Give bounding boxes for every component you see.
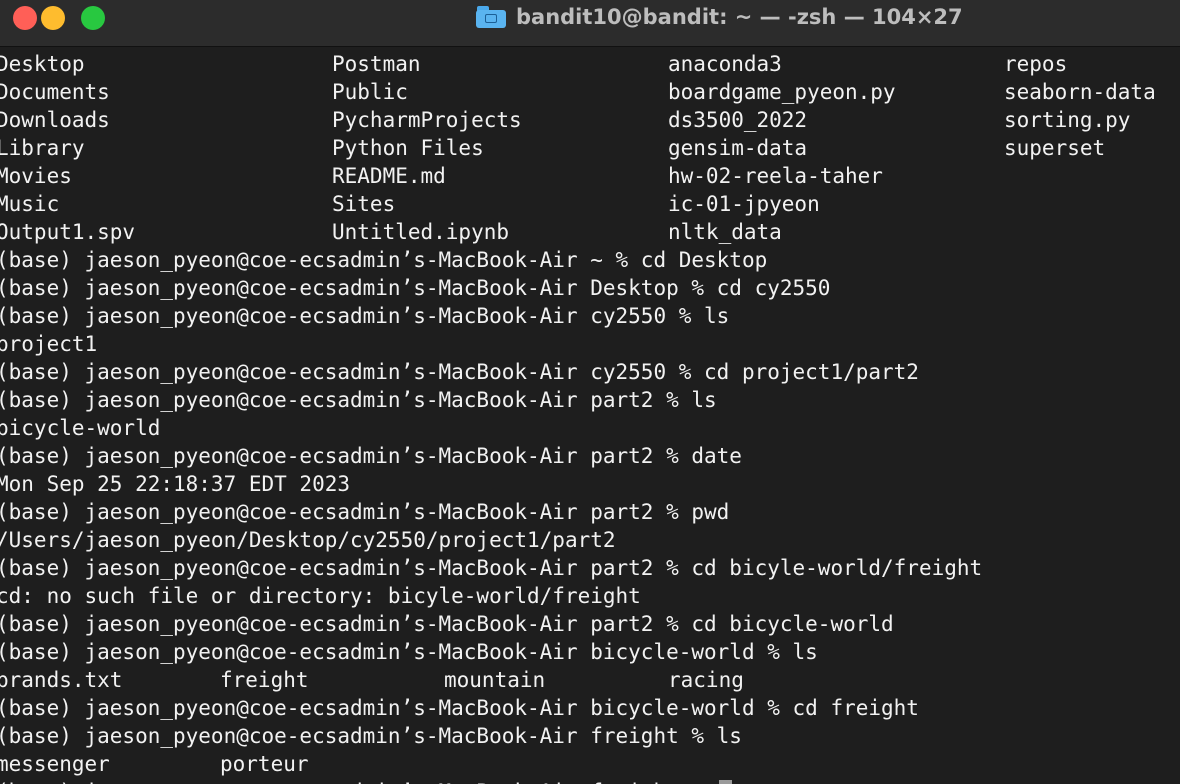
terminal-line: Movies README.md hw-02-reela-taher bbox=[0, 162, 1180, 190]
ls-entry: Library bbox=[0, 136, 85, 160]
terminal-output[interactable]: Desktop Postman anaconda3 repos Documents Pub… bbox=[0, 50, 1180, 784]
ls-entry: seaborn-data bbox=[1004, 80, 1156, 104]
window-title: bandit10@bandit: ~ — -zsh — 104×27 bbox=[516, 5, 963, 29]
terminal-line: brands.txt freight mountain racing bbox=[0, 666, 1180, 694]
terminal-line: (base) jaeson_pyeon@coe-ecsadmin’s-MacBo… bbox=[0, 696, 919, 720]
terminal-line: (base) jaeson_pyeon@coe-ecsadmin’s-MacBo… bbox=[0, 640, 818, 664]
terminal-line: Documents Public boardgame_pyeon.py seaborn… bbox=[0, 78, 1180, 106]
ls-entry: gensim-data bbox=[668, 136, 808, 160]
terminal-line: Output1.spv Untitled.ipynb nltk_data bbox=[0, 218, 1180, 246]
ls-entry: racing bbox=[668, 668, 744, 692]
ls-entry: Untitled.ipynb bbox=[332, 220, 510, 244]
ls-entry: Documents bbox=[0, 80, 110, 104]
terminal-line: (base) jaeson_pyeon@coe-ecsadmin’s-MacBo… bbox=[0, 276, 831, 300]
folder-icon bbox=[476, 6, 506, 28]
ls-entry: boardgame_pyeon.py bbox=[668, 80, 896, 104]
terminal-line: (base) jaeson_pyeon@coe-ecsadmin’s-MacBo… bbox=[0, 724, 742, 748]
ls-entry: Postman bbox=[332, 52, 421, 76]
ls-entry: anaconda3 bbox=[668, 52, 782, 76]
terminal-line: messenger porteur bbox=[0, 750, 1180, 778]
prompt-line[interactable]: (base) jaeson_pyeon@coe-ecsadmin’s-MacBo… bbox=[0, 778, 1180, 784]
terminal-line: (base) jaeson_pyeon@coe-ecsadmin’s-MacBo… bbox=[0, 444, 742, 468]
ls-entry: porteur bbox=[220, 752, 309, 776]
ls-entry: Downloads bbox=[0, 108, 110, 132]
minimize-button[interactable] bbox=[41, 6, 65, 30]
ls-entry: Public bbox=[332, 80, 408, 104]
terminal-line: (base) jaeson_pyeon@coe-ecsadmin’s-MacBo… bbox=[0, 500, 730, 524]
ls-entry: Python Files bbox=[332, 136, 484, 160]
terminal-line: (base) jaeson_pyeon@coe-ecsadmin’s-MacBo… bbox=[0, 388, 717, 412]
terminal-line: Music Sites ic-01-jpyeon bbox=[0, 190, 1180, 218]
terminal-line: bicycle-world bbox=[0, 416, 161, 440]
terminal-line: Mon Sep 25 22:18:37 EDT 2023 bbox=[0, 472, 351, 496]
close-button[interactable] bbox=[13, 6, 37, 30]
terminal-line: Desktop Postman anaconda3 repos bbox=[0, 50, 1180, 78]
terminal-line: Library Python Files gensim-data superset bbox=[0, 134, 1180, 162]
prompt-text: (base) jaeson_pyeon@coe-ecsadmin’s-MacBo… bbox=[0, 780, 717, 784]
ls-entry: README.md bbox=[332, 164, 446, 188]
ls-entry: ic-01-jpyeon bbox=[668, 192, 820, 216]
ls-entry: Output1.spv bbox=[0, 220, 136, 244]
ls-entry: Music bbox=[0, 192, 60, 216]
ls-entry: repos bbox=[1004, 52, 1068, 76]
ls-entry: messenger bbox=[0, 752, 110, 776]
ls-entry: nltk_data bbox=[668, 220, 782, 244]
ls-entry: Movies bbox=[0, 164, 72, 188]
text-cursor bbox=[718, 780, 732, 784]
window-title-group: bandit10@bandit: ~ — -zsh — 104×27 bbox=[476, 0, 963, 34]
ls-entry: freight bbox=[220, 668, 309, 692]
ls-entry: Sites bbox=[332, 192, 396, 216]
ls-entry: mountain bbox=[444, 668, 546, 692]
terminal-line: (base) jaeson_pyeon@coe-ecsadmin’s-MacBo… bbox=[0, 556, 983, 580]
ls-entry: hw-02-reela-taher bbox=[668, 164, 883, 188]
terminal-line: /Users/jaeson_pyeon/Desktop/cy2550/proje… bbox=[0, 528, 616, 552]
zoom-button[interactable] bbox=[81, 6, 105, 30]
terminal-line: (base) jaeson_pyeon@coe-ecsadmin’s-MacBo… bbox=[0, 304, 730, 328]
ls-entry: Desktop bbox=[0, 52, 85, 76]
title-bar: bandit10@bandit: ~ — -zsh — 104×27 bbox=[0, 0, 1180, 47]
terminal-line: (base) jaeson_pyeon@coe-ecsadmin’s-MacBo… bbox=[0, 248, 768, 272]
ls-entry: brands.txt bbox=[0, 668, 123, 692]
terminal-window: bandit10@bandit: ~ — -zsh — 104×27 Deskt… bbox=[0, 0, 1180, 784]
ls-entry: ds3500_2022 bbox=[668, 108, 808, 132]
ls-entry: sorting.py bbox=[1004, 108, 1131, 132]
ls-entry: PycharmProjects bbox=[332, 108, 522, 132]
terminal-line: (base) jaeson_pyeon@coe-ecsadmin’s-MacBo… bbox=[0, 360, 919, 384]
terminal-line: (base) jaeson_pyeon@coe-ecsadmin’s-MacBo… bbox=[0, 612, 894, 636]
terminal-line: Downloads PycharmProjects ds3500_2022 sorti… bbox=[0, 106, 1180, 134]
terminal-line: cd: no such file or directory: bicyle-wo… bbox=[0, 584, 641, 608]
terminal-line: project1 bbox=[0, 332, 98, 356]
ls-entry: superset bbox=[1004, 136, 1106, 160]
